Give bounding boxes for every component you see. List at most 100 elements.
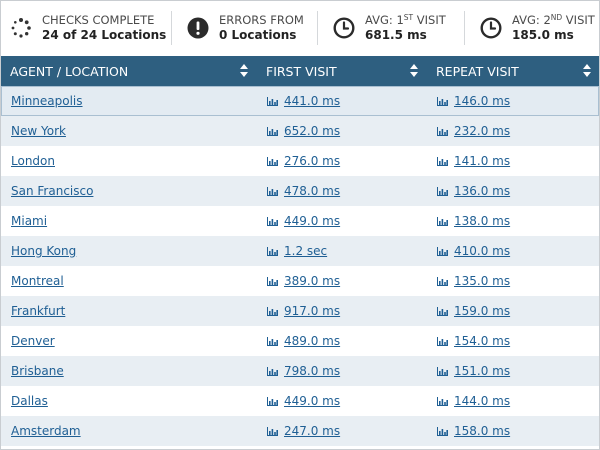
bar-chart-icon[interactable] xyxy=(437,216,448,226)
location-link[interactable]: Hong Kong xyxy=(11,244,76,258)
repeat-visit-cell: 136.0 ms xyxy=(426,176,599,206)
table-row[interactable]: San Francisco 478.0 ms 136.0 ms xyxy=(1,176,599,206)
repeat-visit-link[interactable]: 141.0 ms xyxy=(454,154,510,168)
table-row[interactable]: Miami 449.0 ms 138.0 ms xyxy=(1,206,599,236)
repeat-visit-cell: 232.0 ms xyxy=(426,116,599,146)
bar-chart-icon[interactable] xyxy=(437,426,448,436)
table-row[interactable]: London 276.0 ms 141.0 ms xyxy=(1,146,599,176)
avg-first-visit-value: 681.5 ms xyxy=(365,28,427,42)
location-link[interactable]: Denver xyxy=(11,334,55,348)
table-row[interactable]: Montreal 389.0 ms 135.0 ms xyxy=(1,266,599,296)
checks-complete-value: 24 of 24 Locations xyxy=(42,28,167,42)
bar-chart-icon[interactable] xyxy=(267,96,278,106)
repeat-visit-cell: 144.0 ms xyxy=(426,386,599,416)
first-visit-link[interactable]: 389.0 ms xyxy=(284,274,340,288)
repeat-visit-link[interactable]: 232.0 ms xyxy=(454,124,510,138)
repeat-visit-link[interactable]: 135.0 ms xyxy=(454,274,510,288)
bar-chart-icon[interactable] xyxy=(267,276,278,286)
repeat-visit-link[interactable]: 410.0 ms xyxy=(454,244,510,258)
repeat-visit-link[interactable]: 144.0 ms xyxy=(454,394,510,408)
bar-chart-icon[interactable] xyxy=(267,396,278,406)
table-row[interactable]: Brisbane 798.0 ms 151.0 ms xyxy=(1,356,599,386)
errors-stat: ERRORS FROM 0 Locations xyxy=(171,1,317,55)
column-header-repeat-visit[interactable]: REPEAT VISIT xyxy=(426,56,599,86)
first-visit-link[interactable]: 798.0 ms xyxy=(284,364,340,378)
table-row[interactable]: Amsterdam 247.0 ms 158.0 ms xyxy=(1,416,599,446)
first-visit-cell: 247.0 ms xyxy=(256,416,426,446)
location-link[interactable]: Frankfurt xyxy=(11,304,65,318)
location-cell: Dallas xyxy=(1,386,256,416)
location-cell: Brisbane xyxy=(1,356,256,386)
repeat-visit-link[interactable]: 136.0 ms xyxy=(454,184,510,198)
location-cell: Miami xyxy=(1,206,256,236)
repeat-visit-link[interactable]: 146.0 ms xyxy=(454,94,510,108)
first-visit-link[interactable]: 449.0 ms xyxy=(284,394,340,408)
first-visit-link[interactable]: 441.0 ms xyxy=(284,94,340,108)
location-cell: San Francisco xyxy=(1,176,256,206)
bar-chart-icon[interactable] xyxy=(267,126,278,136)
repeat-visit-cell: 135.0 ms xyxy=(426,266,599,296)
repeat-visit-link[interactable]: 154.0 ms xyxy=(454,334,510,348)
bar-chart-icon[interactable] xyxy=(267,336,278,346)
bar-chart-icon[interactable] xyxy=(267,426,278,436)
first-visit-link[interactable]: 247.0 ms xyxy=(284,424,340,438)
bar-chart-icon[interactable] xyxy=(267,216,278,226)
bar-chart-icon[interactable] xyxy=(267,306,278,316)
column-header-label: AGENT / LOCATION xyxy=(10,63,129,79)
first-visit-link[interactable]: 478.0 ms xyxy=(284,184,340,198)
repeat-visit-link[interactable]: 159.0 ms xyxy=(454,304,510,318)
repeat-visit-cell: 159.0 ms xyxy=(426,296,599,326)
location-link[interactable]: Brisbane xyxy=(11,364,64,378)
location-link[interactable]: Minneapolis xyxy=(11,94,83,108)
first-visit-link[interactable]: 449.0 ms xyxy=(284,214,340,228)
table-row[interactable]: Minneapolis 441.0 ms 146.0 ms xyxy=(1,86,599,116)
bar-chart-icon[interactable] xyxy=(437,96,448,106)
sort-icon[interactable] xyxy=(240,64,248,78)
table-row[interactable]: New York 652.0 ms 232.0 ms xyxy=(1,116,599,146)
sort-icon[interactable] xyxy=(583,64,591,78)
checks-complete-label: CHECKS COMPLETE xyxy=(42,13,155,27)
first-visit-link[interactable]: 652.0 ms xyxy=(284,124,340,138)
first-visit-link[interactable]: 917.0 ms xyxy=(284,304,340,318)
location-cell: Montreal xyxy=(1,266,256,296)
bar-chart-icon[interactable] xyxy=(437,396,448,406)
location-link[interactable]: Miami xyxy=(11,214,47,228)
first-visit-cell: 478.0 ms xyxy=(256,176,426,206)
column-header-first-visit[interactable]: FIRST VISIT xyxy=(256,56,426,86)
bar-chart-icon[interactable] xyxy=(267,156,278,166)
location-link[interactable]: Montreal xyxy=(11,274,64,288)
bar-chart-icon[interactable] xyxy=(437,186,448,196)
bar-chart-icon[interactable] xyxy=(437,276,448,286)
location-link[interactable]: London xyxy=(11,154,55,168)
column-header-location[interactable]: AGENT / LOCATION xyxy=(1,56,256,86)
location-link[interactable]: San Francisco xyxy=(11,184,93,198)
bar-chart-icon[interactable] xyxy=(437,246,448,256)
location-link[interactable]: New York xyxy=(11,124,66,138)
repeat-visit-link[interactable]: 138.0 ms xyxy=(454,214,510,228)
table-row[interactable]: Denver 489.0 ms 154.0 ms xyxy=(1,326,599,356)
location-link[interactable]: Amsterdam xyxy=(11,424,81,438)
table-row[interactable]: Hong Kong 1.2 sec 410.0 ms xyxy=(1,236,599,266)
bar-chart-icon[interactable] xyxy=(267,366,278,376)
errors-label: ERRORS FROM xyxy=(219,13,304,27)
sort-icon[interactable] xyxy=(410,64,418,78)
repeat-visit-cell: 158.0 ms xyxy=(426,416,599,446)
first-visit-link[interactable]: 1.2 sec xyxy=(284,244,327,258)
table-row[interactable]: Frankfurt 917.0 ms 159.0 ms xyxy=(1,296,599,326)
repeat-visit-cell: 151.0 ms xyxy=(426,356,599,386)
first-visit-link[interactable]: 489.0 ms xyxy=(284,334,340,348)
first-visit-link[interactable]: 276.0 ms xyxy=(284,154,340,168)
bar-chart-icon[interactable] xyxy=(437,366,448,376)
repeat-visit-link[interactable]: 158.0 ms xyxy=(454,424,510,438)
avg-second-visit-value: 185.0 ms xyxy=(512,28,574,42)
bar-chart-icon[interactable] xyxy=(437,336,448,346)
repeat-visit-link[interactable]: 151.0 ms xyxy=(454,364,510,378)
bar-chart-icon[interactable] xyxy=(437,306,448,316)
bar-chart-icon[interactable] xyxy=(437,126,448,136)
table-row[interactable]: Dallas 449.0 ms 144.0 ms xyxy=(1,386,599,416)
bar-chart-icon[interactable] xyxy=(267,246,278,256)
location-link[interactable]: Dallas xyxy=(11,394,48,408)
bar-chart-icon[interactable] xyxy=(267,186,278,196)
bar-chart-icon[interactable] xyxy=(437,156,448,166)
location-cell: Hong Kong xyxy=(1,236,256,266)
